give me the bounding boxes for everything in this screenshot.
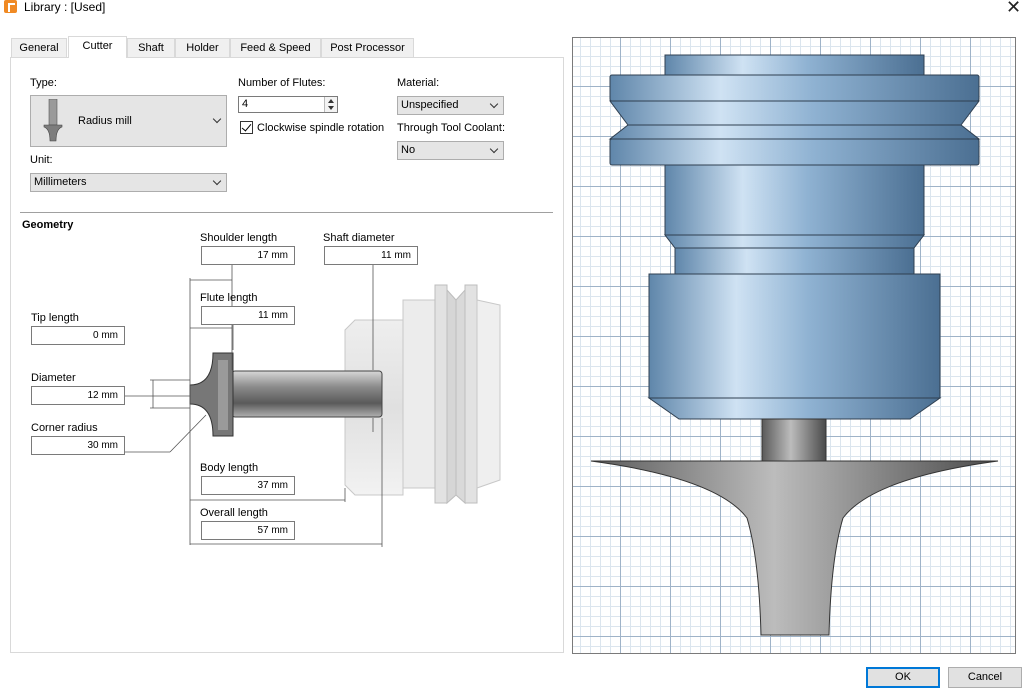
- shoulder-length-field[interactable]: 17 mm: [201, 246, 295, 265]
- tool-3d-preview[interactable]: [572, 37, 1016, 654]
- tip-length-field[interactable]: 0 mm: [31, 326, 125, 345]
- body-length-field[interactable]: 37 mm: [201, 476, 295, 495]
- cancel-button[interactable]: Cancel: [948, 667, 1022, 688]
- tool-render: [590, 54, 999, 636]
- tip-length-label: Tip length: [31, 312, 79, 324]
- diameter-label: Diameter: [31, 372, 76, 384]
- shaft-shape: [231, 370, 383, 418]
- shoulder-length-label: Shoulder length: [200, 232, 277, 244]
- ok-button[interactable]: OK: [866, 667, 940, 688]
- overall-length-field[interactable]: 57 mm: [201, 521, 295, 540]
- body-length-label: Body length: [200, 462, 258, 474]
- diameter-field[interactable]: 12 mm: [31, 386, 125, 405]
- geometry-diagram: Shoulder length Shaft diameter Flute len…: [31, 232, 501, 547]
- corner-radius-label: Corner radius: [31, 422, 98, 434]
- shaft-diameter-label: Shaft diameter: [323, 232, 395, 244]
- corner-radius-field[interactable]: 30 mm: [31, 436, 125, 455]
- shaft-diameter-field[interactable]: 11 mm: [324, 246, 418, 265]
- flute-length-label: Flute length: [200, 292, 257, 304]
- overall-length-label: Overall length: [200, 507, 268, 519]
- tab-cutter[interactable]: Cutter: [68, 36, 127, 58]
- flute-length-field[interactable]: 11 mm: [201, 306, 295, 325]
- close-icon[interactable]: ✕: [1006, 0, 1021, 18]
